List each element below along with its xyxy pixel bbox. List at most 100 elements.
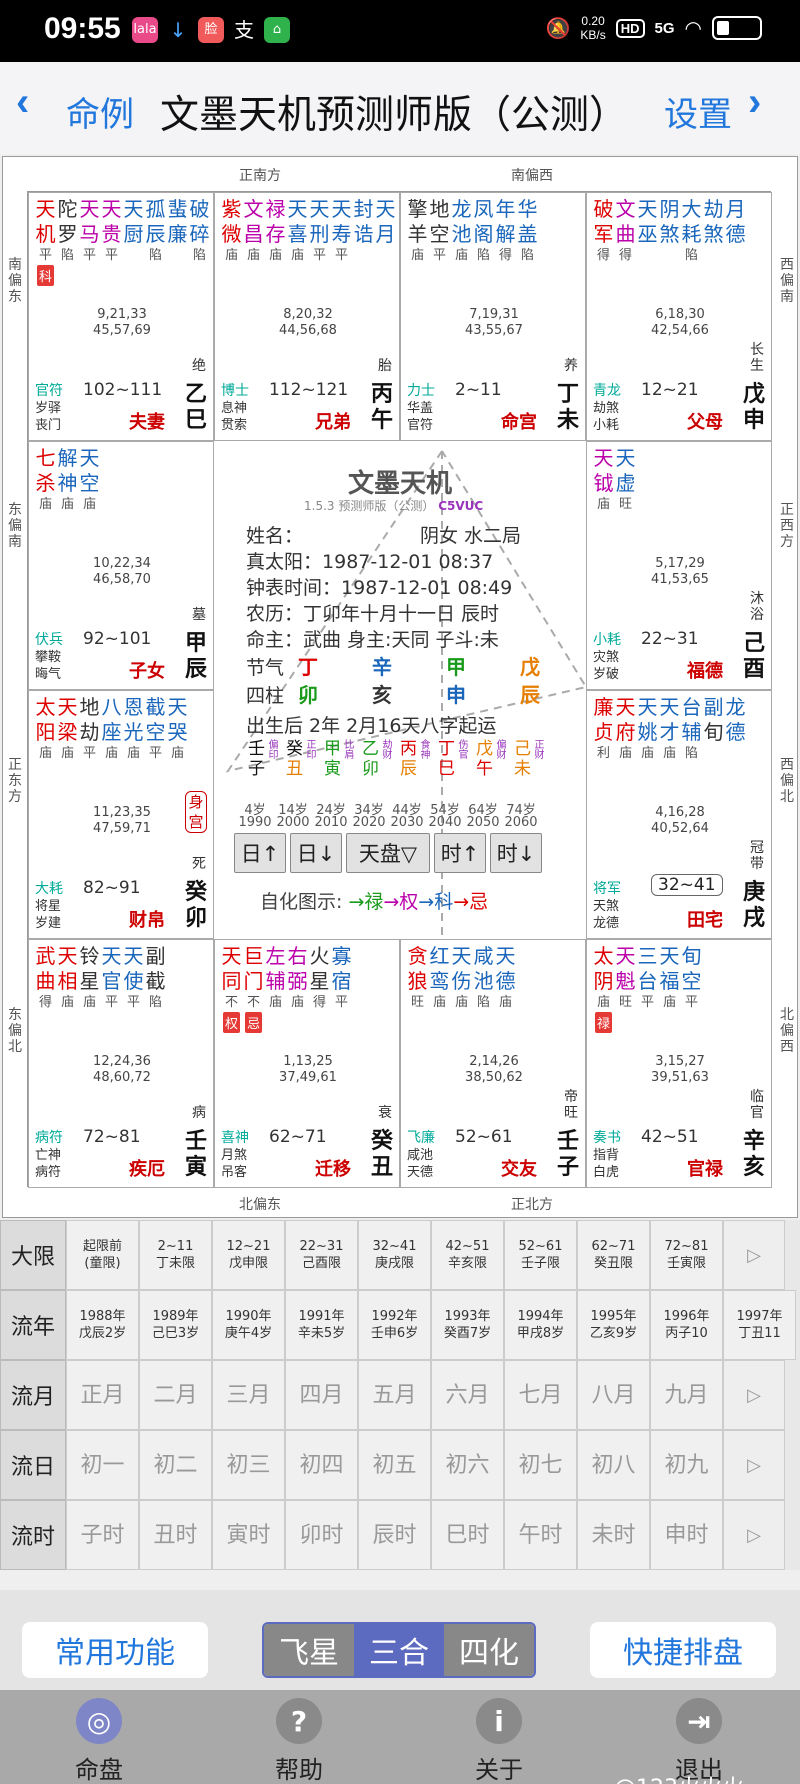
timeline-cell[interactable]: 初一 — [66, 1430, 139, 1500]
pillar-branch: 亥 — [372, 683, 392, 707]
back-chevron-icon[interactable]: ‹ — [16, 80, 29, 125]
next-arrow-icon[interactable]: ▷ — [723, 1430, 785, 1500]
hour-down-button[interactable]: 时↓ — [490, 833, 542, 873]
timeline-cell[interactable]: 正月 — [66, 1360, 139, 1430]
palace-you[interactable]: 天钺庙天虚旺 5,17,29 41,53,65 小耗 灾煞 岁破 22~31 福德 沐浴己酉 — [586, 441, 772, 690]
timeline-cell[interactable]: 1991年 辛未5岁 — [285, 1290, 358, 1360]
timeline-cell[interactable]: 1994年 甲戌8岁 — [504, 1290, 577, 1360]
palace-hai[interactable]: 太阴庙禄天魁旺三台平天福庙旬空平 3,15,27 39,51,63 奏书 指背 白虎 42~… — [586, 939, 772, 1188]
next-arrow-icon[interactable]: ▷ — [723, 1500, 785, 1570]
timeline-cell[interactable]: 起限前 (童限) — [66, 1220, 139, 1290]
day-down-button[interactable]: 日↓ — [290, 833, 342, 873]
common-functions-button[interactable]: 常用功能 — [22, 1622, 208, 1678]
star-brightness: 庙 — [246, 248, 260, 263]
palace-shen[interactable]: 破军得文曲得天巫阴煞大耗陷劫煞月德 6,18,30 42,54,66 青龙 劫煞 小耗 12… — [586, 192, 772, 441]
timeline-cell[interactable]: 初六 — [431, 1430, 504, 1500]
timeline-cell[interactable]: 初八 — [577, 1430, 650, 1500]
palace-yin[interactable]: 武曲得天相庙铃星庙天官平天使平副截陷 12,24,36 48,60,72 病符 亡神 病符… — [28, 939, 214, 1188]
timeline-cell[interactable]: 1990年 庚午4岁 — [212, 1290, 285, 1360]
nav-help[interactable]: ? 帮助 — [244, 1698, 354, 1784]
forward-chevron-icon[interactable]: › — [748, 80, 761, 125]
timeline-cell[interactable]: 初五 — [358, 1430, 431, 1500]
timeline-cell[interactable]: 初四 — [285, 1430, 358, 1500]
star: 地劫平 — [79, 695, 100, 762]
shensha-item: 官符 — [35, 383, 63, 399]
timeline-cell[interactable]: 42~51 辛亥限 — [431, 1220, 504, 1290]
timeline-cell[interactable]: 1996年 丙子10 — [650, 1290, 723, 1360]
timeline-cell[interactable]: 八月 — [577, 1360, 650, 1430]
timeline-cell[interactable]: 12~21 戊申限 — [212, 1220, 285, 1290]
timeline-cell[interactable]: 三月 — [212, 1360, 285, 1430]
palace-branch: 申 — [743, 408, 766, 433]
quick-chart-button[interactable]: 快捷排盘 — [590, 1622, 776, 1678]
timeline-cell[interactable]: 1997年 丁丑11 — [723, 1290, 796, 1360]
palace-ganzhi: 己酉 — [743, 631, 765, 683]
star-list: 七杀庙解神庙天空庙 — [35, 446, 100, 513]
timeline-cell[interactable]: 72~81 壬寅限 — [650, 1220, 723, 1290]
timeline-cell[interactable]: 初九 — [650, 1430, 723, 1500]
timeline-cell[interactable]: 寅时 — [212, 1500, 285, 1570]
next-arrow-icon[interactable]: ▷ — [723, 1220, 785, 1290]
tianpan-dropdown[interactable]: 天盘▽ — [346, 833, 430, 873]
sihua-tab[interactable]: 四化 — [444, 1624, 534, 1676]
day-up-button[interactable]: 日↑ — [234, 833, 286, 873]
timeline-cell[interactable]: 初二 — [139, 1430, 212, 1500]
timeline-cell[interactable]: 22~31 己酉限 — [285, 1220, 358, 1290]
settings-button[interactable]: 设置 — [664, 87, 732, 136]
timeline-cell[interactable]: 1989年 己巳3岁 — [139, 1290, 212, 1360]
decade-range: 92~101 — [83, 629, 152, 649]
timeline-cell[interactable]: 未时 — [577, 1500, 650, 1570]
timeline-cell[interactable]: 丑时 — [139, 1500, 212, 1570]
star-name: 副 — [703, 695, 724, 719]
next-arrow-icon[interactable]: ▷ — [723, 1360, 785, 1430]
shensha-item: 白虎 — [593, 1165, 620, 1180]
back-button[interactable]: 命例 — [66, 87, 134, 136]
timeline-cell[interactable]: 四月 — [285, 1360, 358, 1430]
timeline-cell[interactable]: 子时 — [66, 1500, 139, 1570]
timeline-cell[interactable]: 六月 — [431, 1360, 504, 1430]
timeline-cell[interactable]: 二月 — [139, 1360, 212, 1430]
timeline-cell[interactable]: 辰时 — [358, 1500, 431, 1570]
timeline-cell[interactable]: 1993年 癸酉7岁 — [431, 1290, 504, 1360]
timeline-cell[interactable]: 1992年 壬申6岁 — [358, 1290, 431, 1360]
age-numbers: 38,50,62 — [465, 1070, 523, 1085]
dayun-years: 1990 2000 2010 2020 2030 2040 2050 2060 — [236, 815, 540, 830]
palace-chen[interactable]: 七杀庙解神庙天空庙 10,22,34 46,58,70 伏兵 攀鞍 晦气 92~101 子女墓… — [28, 441, 214, 690]
timeline-cell[interactable]: 初三 — [212, 1430, 285, 1500]
star-brightness: 庙 — [268, 248, 282, 263]
star-list: 破军得文曲得天巫阴煞大耗陷劫煞月德 — [593, 197, 746, 264]
palace-si[interactable]: 天机平科陀罗陷天马平天贵平天厨孤辰陷蜚廉破碎陷 9,21,33 45,57,69 官符… — [28, 192, 214, 441]
palace-wu[interactable]: 紫微庙文昌庙禄存庙天喜庙天刑平天寿平封诰天月 8,20,32 44,56,68 博士息… — [214, 192, 400, 441]
nav-mingpan[interactable]: ◎ 命盘 — [44, 1698, 154, 1784]
timeline-cell[interactable]: 1988年 戊辰2岁 — [66, 1290, 139, 1360]
timeline-cell[interactable]: 九月 — [650, 1360, 723, 1430]
timeline-cell[interactable]: 午时 — [504, 1500, 577, 1570]
timeline-cell[interactable]: 初七 — [504, 1430, 577, 1500]
sanhe-tab[interactable]: 三合 — [354, 1624, 444, 1676]
decade-range[interactable]: 32~41 — [651, 874, 723, 896]
age-numbers: 2,14,26 — [469, 1054, 519, 1069]
timeline-cell[interactable]: 申时 — [650, 1500, 723, 1570]
palace-zi[interactable]: 贪狼旺红鸾庙天伤庙咸池陷天德庙 2,14,26 38,50,62 飞廉 咸池 天德 52~6… — [400, 939, 586, 1188]
palace-chou[interactable]: 天同不权巨门不忌左辅庙右弼庙火星得寡宿平 1,13,25 37,49,61 喜神 月煞吊… — [214, 939, 400, 1188]
timeline-cell[interactable]: 52~61 壬子限 — [504, 1220, 577, 1290]
timeline-cell[interactable]: 32~41 庚戌限 — [358, 1220, 431, 1290]
timeline-cell[interactable]: 2~11 丁未限 — [139, 1220, 212, 1290]
timeline-cell[interactable]: 62~71 癸丑限 — [577, 1220, 650, 1290]
timeline-cell[interactable]: 五月 — [358, 1360, 431, 1430]
info-icon: i — [476, 1698, 522, 1744]
timeline-cell[interactable]: 卯时 — [285, 1500, 358, 1570]
direction-label: 东偏北 — [8, 1007, 22, 1055]
nav-about[interactable]: i 关于 — [444, 1698, 554, 1784]
timeline-cell[interactable]: 七月 — [504, 1360, 577, 1430]
timeline-cell[interactable]: 1995年 乙亥9岁 — [577, 1290, 650, 1360]
star-brightness: 庙 — [224, 248, 238, 263]
palace-wei[interactable]: 擎羊庙地空平龙池庙凤阁陷年解得华盖陷 7,19,31 43,55,67 力士 华盖 官符 2… — [400, 192, 586, 441]
timeline-cell[interactable]: 巳时 — [431, 1500, 504, 1570]
feixing-tab[interactable]: 飞星 — [264, 1624, 354, 1676]
palace-xu[interactable]: 廉贞利天府庙天姚庙天才庙台辅陷副旬龙德 4,16,28 40,52,64 将军 天煞 龙德… — [586, 690, 772, 939]
palace-mao[interactable]: 太阳庙天梁庙地劫平八座庙恩光庙截空平天哭庙 11,23,35 47,59,71 大耗将… — [28, 690, 214, 939]
dayun-year: 2050 — [466, 815, 500, 830]
shishen-tag: 伤官 — [456, 739, 467, 759]
hour-up-button[interactable]: 时↑ — [434, 833, 486, 873]
